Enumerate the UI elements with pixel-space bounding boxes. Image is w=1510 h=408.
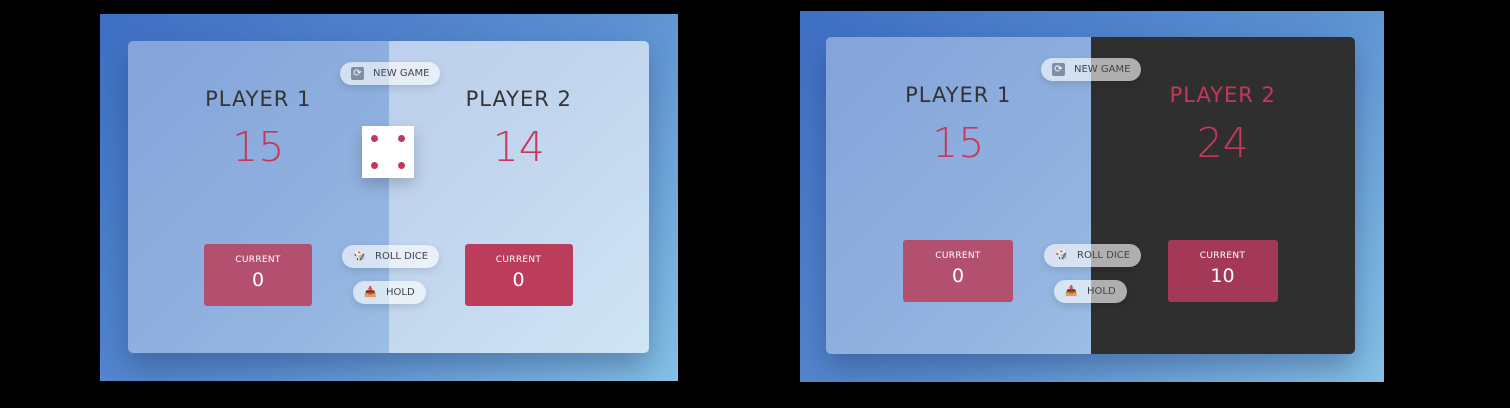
inbox-download-icon: 📥 bbox=[364, 287, 377, 298]
hold-button[interactable]: 📥 HOLD bbox=[1054, 280, 1127, 303]
current-score-box: CURRENT 0 bbox=[903, 240, 1013, 302]
new-game-button[interactable]: ⟳ NEW GAME bbox=[340, 62, 441, 85]
player-name: PLAYER 2 bbox=[1169, 83, 1276, 107]
current-score-box: CURRENT 10 bbox=[1167, 240, 1278, 302]
hold-label: HOLD bbox=[1087, 286, 1116, 297]
refresh-icon: ⟳ bbox=[351, 67, 364, 80]
current-score: 0 bbox=[951, 265, 965, 287]
player-score: 14 bbox=[492, 123, 545, 171]
current-score: 10 bbox=[1210, 265, 1235, 287]
dice-pip bbox=[398, 135, 405, 142]
player-name: PLAYER 1 bbox=[205, 87, 312, 111]
hold-button[interactable]: 📥 HOLD bbox=[353, 281, 426, 304]
player-score: 15 bbox=[932, 119, 985, 167]
player-2-panel: PLAYER 2 14 CURRENT 0 bbox=[388, 41, 649, 353]
player-1-panel: PLAYER 1 15 CURRENT 0 bbox=[128, 41, 389, 353]
dice-icon: 🎲 bbox=[1055, 250, 1068, 261]
current-score-box: CURRENT 0 bbox=[204, 244, 312, 306]
game-screen-1: PLAYER 1 15 CURRENT 0 PLAYER 2 14 CURREN… bbox=[100, 14, 678, 381]
player-name: PLAYER 1 bbox=[905, 83, 1012, 107]
new-game-label: NEW GAME bbox=[373, 68, 430, 79]
roll-dice-label: ROLL DICE bbox=[375, 251, 429, 262]
game-board: PLAYER 1 15 CURRENT 0 PLAYER 2 24 CURREN… bbox=[826, 37, 1355, 354]
player-1-panel: PLAYER 1 15 CURRENT 0 bbox=[826, 37, 1091, 354]
dice-pip bbox=[398, 162, 405, 169]
dice-pip bbox=[371, 135, 378, 142]
dice-icon: 🎲 bbox=[353, 251, 366, 262]
current-score-box: CURRENT 0 bbox=[464, 244, 573, 306]
current-label: CURRENT bbox=[235, 255, 281, 265]
game-board: PLAYER 1 15 CURRENT 0 PLAYER 2 14 CURREN… bbox=[128, 41, 649, 353]
player-score: 24 bbox=[1196, 119, 1249, 167]
current-score: 0 bbox=[512, 269, 525, 291]
new-game-button[interactable]: ⟳ NEW GAME bbox=[1041, 58, 1142, 81]
inbox-download-icon: 📥 bbox=[1065, 286, 1078, 297]
new-game-label: NEW GAME bbox=[1074, 64, 1131, 75]
player-2-panel-winner: PLAYER 2 24 CURRENT 10 bbox=[1090, 37, 1355, 354]
current-label: CURRENT bbox=[495, 255, 542, 265]
current-label: CURRENT bbox=[1199, 251, 1246, 261]
game-screen-2: PLAYER 1 15 CURRENT 0 PLAYER 2 24 CURREN… bbox=[800, 11, 1384, 382]
current-label: CURRENT bbox=[935, 251, 981, 261]
hold-label: HOLD bbox=[386, 287, 415, 298]
roll-dice-button[interactable]: 🎲 ROLL DICE bbox=[1044, 244, 1142, 267]
current-score: 0 bbox=[251, 269, 265, 291]
roll-dice-label: ROLL DICE bbox=[1077, 250, 1131, 261]
player-name: PLAYER 2 bbox=[465, 87, 572, 111]
roll-dice-button[interactable]: 🎲 ROLL DICE bbox=[342, 245, 440, 268]
refresh-icon: ⟳ bbox=[1052, 63, 1065, 76]
dice-pip bbox=[371, 162, 378, 169]
dice bbox=[362, 126, 414, 178]
player-score: 15 bbox=[232, 123, 285, 171]
